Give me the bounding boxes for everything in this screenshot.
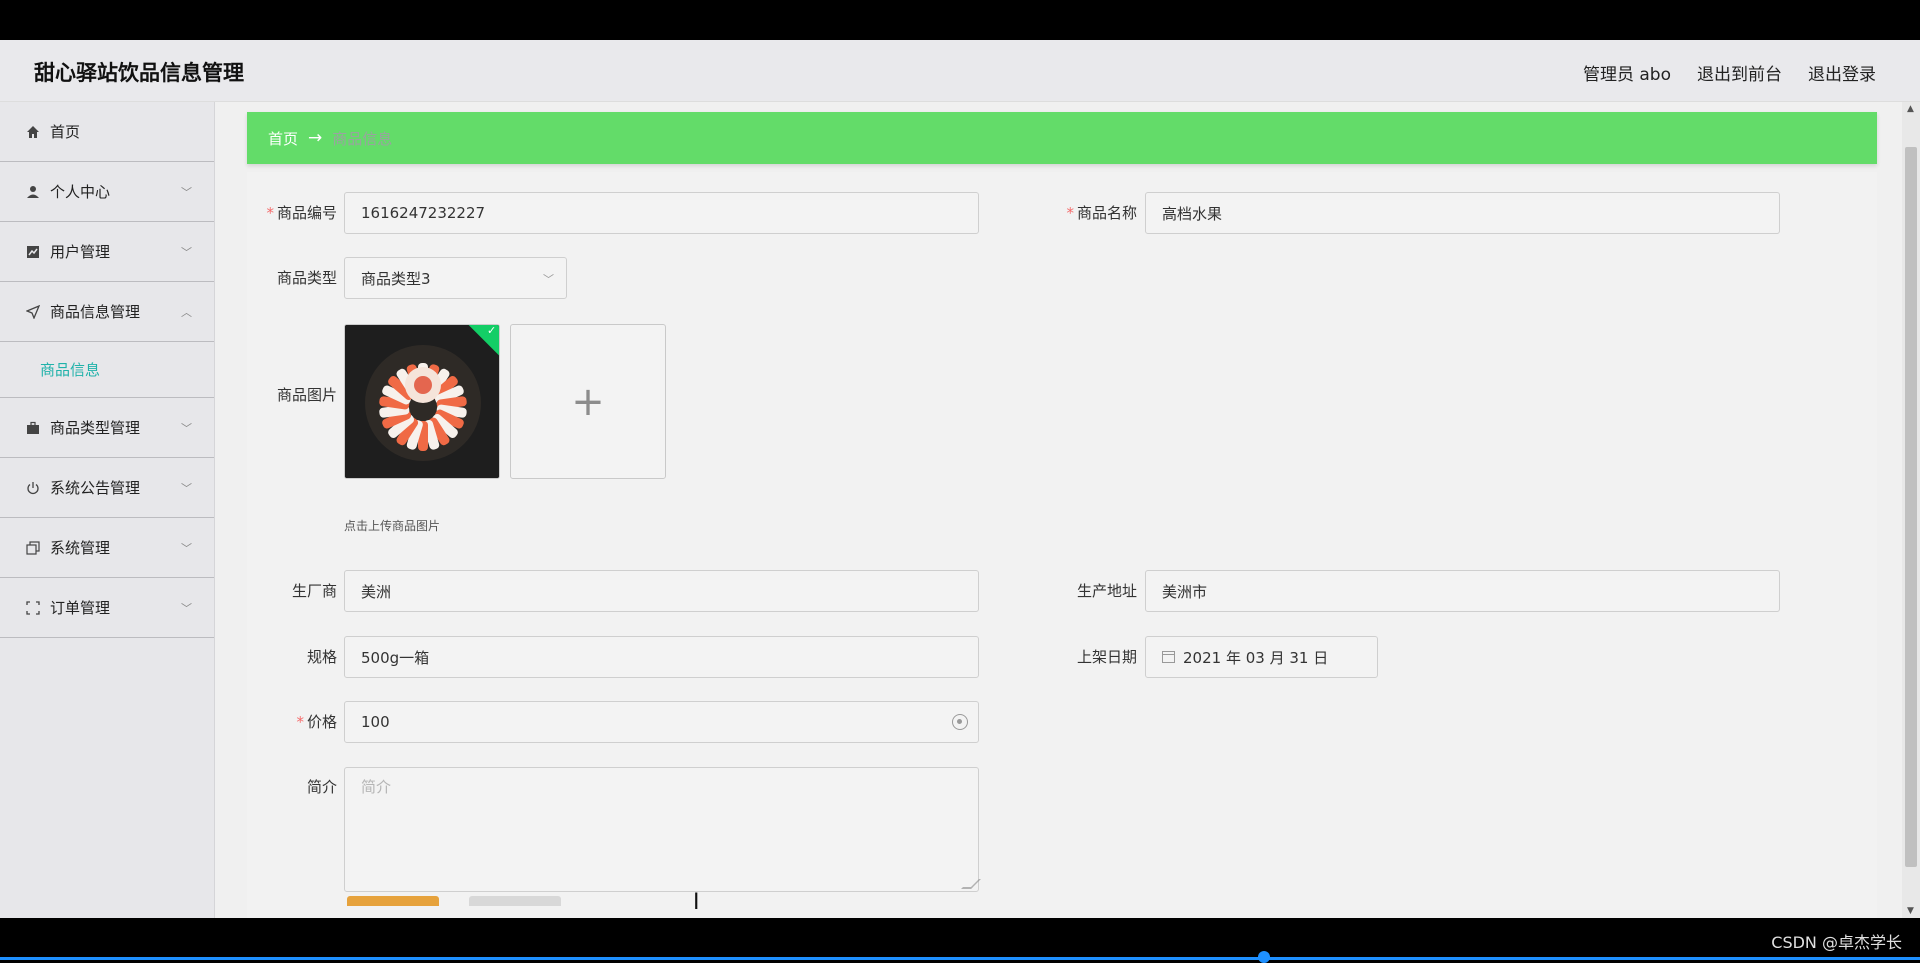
app-title: 甜心驿站饮品信息管理 xyxy=(34,61,244,85)
text-cursor-icon: Ⅰ xyxy=(693,890,700,915)
manufacturer-field[interactable]: 美洲 xyxy=(344,570,979,612)
sidebar: 首页 个人中心 ﹀ 用户管理 ﹀ 商品信息管理 ︿ 商品信息 商品类型管理 ﹀ … xyxy=(0,102,215,918)
save-button[interactable] xyxy=(347,896,439,906)
screen-bottom-border: CSDN @卓杰学长 xyxy=(0,918,1920,963)
product-no-field[interactable]: 1616247232227 xyxy=(344,192,979,234)
exit-to-front-link[interactable]: 退出到前台 xyxy=(1697,60,1782,85)
chart-icon xyxy=(24,243,42,261)
spec-label: 规格 xyxy=(306,648,337,666)
chevron-up-icon: ︿ xyxy=(181,306,192,319)
date-picker[interactable]: 2021 年 03 月 31 日 xyxy=(1145,636,1378,678)
product-form: * 商品编号 1616247232227 * 商品名称 高档水果 商品类型 商品类型… xyxy=(247,172,1877,918)
intro-textarea[interactable]: 简介 xyxy=(344,767,981,892)
chevron-down-icon: ﹀ xyxy=(543,273,554,286)
scan-icon xyxy=(24,599,42,617)
chevron-down-icon: ﹀ xyxy=(181,482,192,495)
header: 甜心驿站饮品信息管理 管理员 abo 退出到前台 退出登录 xyxy=(0,40,1920,102)
app-window: 甜心驿站饮品信息管理 管理员 abo 退出到前台 退出登录 首页 个人中心 ﹀ … xyxy=(0,40,1920,918)
scroll-up-icon[interactable]: ▲ xyxy=(1907,104,1914,114)
home-icon xyxy=(24,123,42,141)
chevron-down-icon: ﹀ xyxy=(181,542,192,555)
chevron-down-icon: ﹀ xyxy=(181,186,192,199)
progress-dot xyxy=(1258,951,1270,963)
briefcase-icon xyxy=(24,419,42,437)
required-mark: * xyxy=(266,204,274,222)
chevron-down-icon: ﹀ xyxy=(181,246,192,259)
price-field[interactable]: 100 xyxy=(344,701,979,743)
upload-hint: 点击上传商品图片 xyxy=(344,519,441,533)
sidebar-item-label: 用户管理 xyxy=(50,243,111,261)
breadcrumb-home[interactable]: 首页 xyxy=(268,128,298,149)
send-icon xyxy=(24,303,42,321)
sidebar-item-label: 商品类型管理 xyxy=(50,419,141,437)
calendar-icon xyxy=(1162,651,1175,663)
copy-icon xyxy=(24,539,42,557)
chevron-down-icon: ﹀ xyxy=(181,602,192,615)
product-image-thumbnail[interactable] xyxy=(344,324,500,479)
admin-user-label: 管理员 abo xyxy=(1582,65,1671,85)
product-name-label: * 商品名称 xyxy=(1066,204,1137,222)
price-label: * 价格 xyxy=(296,713,337,731)
sidebar-subitem-product-info[interactable]: 商品信息 xyxy=(0,342,214,398)
address-label: 生产地址 xyxy=(1076,582,1137,600)
upload-image-button[interactable]: + xyxy=(510,324,666,479)
product-type-select[interactable]: 商品类型3 ﹀ xyxy=(344,257,567,299)
resize-handle-icon[interactable] xyxy=(961,879,981,889)
cancel-button[interactable] xyxy=(469,896,561,906)
page-scrollbar[interactable]: ▲ ▼ xyxy=(1902,102,1920,918)
clear-icon[interactable] xyxy=(952,714,968,730)
sidebar-item-system[interactable]: 系统管理 ﹀ xyxy=(0,518,214,578)
breadcrumb: 首页 → 商品信息 xyxy=(247,112,1877,164)
logout-link[interactable]: 退出登录 xyxy=(1808,60,1876,85)
product-name-field[interactable]: 高档水果 xyxy=(1145,192,1780,234)
plus-icon: + xyxy=(571,378,605,425)
sidebar-item-home[interactable]: 首页 xyxy=(0,102,214,162)
power-icon xyxy=(24,479,42,497)
watermark: CSDN @卓杰学长 xyxy=(1771,933,1902,952)
product-image-label: 商品图片 xyxy=(276,386,337,404)
sidebar-item-product-type-mgmt[interactable]: 商品类型管理 ﹀ xyxy=(0,398,214,458)
header-actions: 管理员 abo 退出到前台 退出登录 xyxy=(1583,60,1876,85)
manufacturer-label: 生厂商 xyxy=(291,582,337,600)
main-content: 首页 → 商品信息 * 商品编号 1616247232227 * 商品名称 高档水果… xyxy=(222,102,1902,918)
sidebar-item-profile[interactable]: 个人中心 ﹀ xyxy=(0,162,214,222)
screen-top-border xyxy=(0,0,1920,40)
intro-label: 简介 xyxy=(306,778,337,796)
sidebar-item-users[interactable]: 用户管理 ﹀ xyxy=(0,222,214,282)
address-field[interactable]: 美洲市 xyxy=(1145,570,1780,612)
chevron-down-icon: ﹀ xyxy=(181,422,192,435)
product-image xyxy=(345,325,499,478)
sidebar-item-label: 个人中心 xyxy=(50,183,111,201)
scrollbar-thumb[interactable] xyxy=(1905,147,1917,867)
sidebar-item-product-info-mgmt[interactable]: 商品信息管理 ︿ xyxy=(0,282,214,342)
date-label: 上架日期 xyxy=(1076,648,1137,666)
scroll-down-icon[interactable]: ▼ xyxy=(1907,906,1914,916)
sidebar-item-label: 系统公告管理 xyxy=(50,479,141,497)
sidebar-item-label: 首页 xyxy=(50,123,81,141)
product-type-label: 商品类型 xyxy=(276,269,337,287)
spec-field[interactable]: 500g一箱 xyxy=(344,636,979,678)
sidebar-item-label: 商品信息管理 xyxy=(50,303,141,321)
sidebar-item-label: 订单管理 xyxy=(50,599,111,617)
product-no-label: * 商品编号 xyxy=(266,204,337,222)
required-mark: * xyxy=(1066,204,1074,222)
required-mark: * xyxy=(296,713,304,731)
user-icon xyxy=(24,183,42,201)
sidebar-item-label: 系统管理 xyxy=(50,539,111,557)
breadcrumb-current: 商品信息 xyxy=(332,129,393,148)
sidebar-item-orders[interactable]: 订单管理 ﹀ xyxy=(0,578,214,638)
arrow-right-icon: → xyxy=(308,128,323,148)
sidebar-item-announcements[interactable]: 系统公告管理 ﹀ xyxy=(0,458,214,518)
